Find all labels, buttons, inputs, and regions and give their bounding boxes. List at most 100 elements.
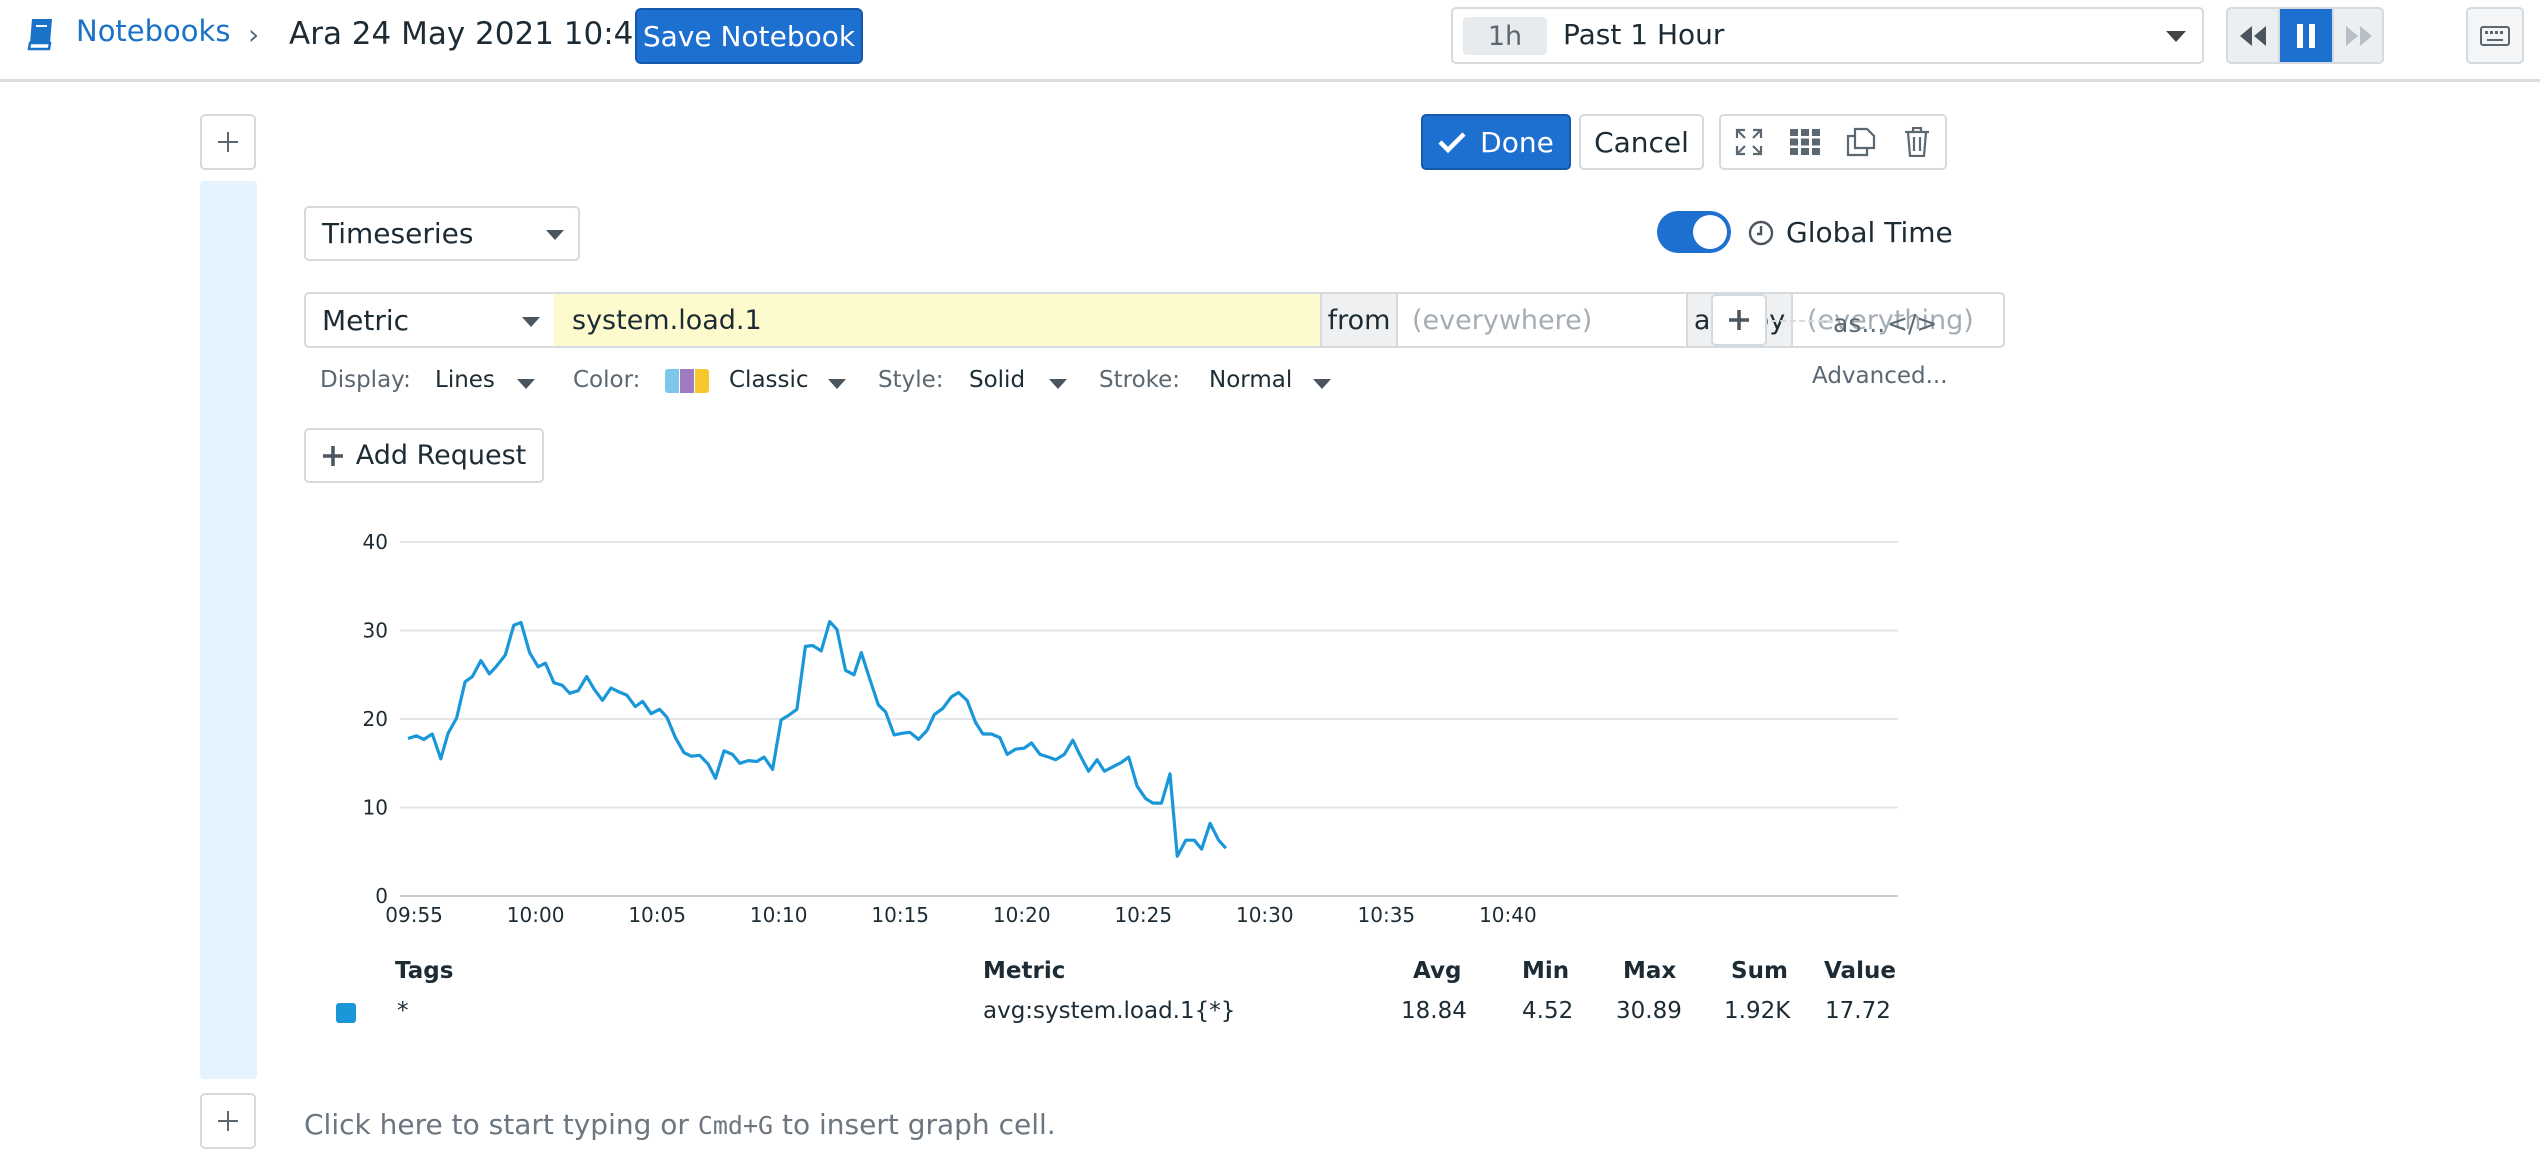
timeseries-chart[interactable]: 010203040 09:4509:5009:5510:0010:0510:10… xyxy=(340,520,1920,940)
keyboard-icon xyxy=(2480,25,2510,46)
breadcrumb-notebooks-link[interactable]: Notebooks xyxy=(76,14,230,48)
hint-shortcut: Cmd+G xyxy=(697,1111,774,1140)
done-button[interactable]: Done xyxy=(1421,114,1571,170)
palette-color xyxy=(665,369,679,393)
plus-icon xyxy=(322,445,343,466)
time-range-picker[interactable]: 1h Past 1 Hour xyxy=(1451,7,2204,64)
x-tick-label: 10:00 xyxy=(507,903,565,927)
pause-button[interactable] xyxy=(2280,9,2332,62)
x-tick-label: 10:35 xyxy=(1358,903,1416,927)
add-request-button[interactable]: Add Request xyxy=(304,428,544,483)
palette-color xyxy=(680,369,694,393)
plus-icon xyxy=(218,132,238,152)
series-line[interactable] xyxy=(407,620,1228,858)
save-notebook-button[interactable]: Save Notebook xyxy=(635,8,863,64)
cancel-button[interactable]: Cancel xyxy=(1579,114,1704,170)
add-function-button[interactable] xyxy=(1711,294,1767,346)
color-select[interactable]: Classic xyxy=(729,367,809,393)
palette-swatch[interactable] xyxy=(665,369,711,393)
legend-header-min[interactable]: Min xyxy=(1522,958,1569,984)
y-tick-label: 30 xyxy=(363,619,388,643)
keyboard-shortcuts-button[interactable] xyxy=(2466,7,2524,64)
checkmark-icon xyxy=(1438,132,1466,153)
metric-input[interactable]: system.load.1 xyxy=(554,292,1322,348)
playback-controls xyxy=(2226,7,2384,64)
y-tick-label: 40 xyxy=(363,530,388,554)
clock-icon xyxy=(1748,220,1774,246)
legend-series-swatch[interactable] xyxy=(336,1003,356,1023)
legend-header-avg[interactable]: Avg xyxy=(1413,958,1461,984)
from-label: from xyxy=(1322,292,1398,348)
chevron-down-icon xyxy=(522,317,540,327)
color-label: Color: xyxy=(573,367,641,393)
x-tick-label: 09:55 xyxy=(385,903,443,927)
trash-icon xyxy=(1905,127,1929,157)
add-cell-above-button[interactable] xyxy=(200,114,256,170)
done-label: Done xyxy=(1480,125,1554,159)
toggle-knob xyxy=(1693,215,1727,249)
chart-gridlines xyxy=(400,541,1898,897)
display-options-row: Display: Lines Color: Classic Style: Sol… xyxy=(304,365,1604,401)
legend-header-max[interactable]: Max xyxy=(1623,958,1676,984)
legend-row-min: 4.52 xyxy=(1522,998,1574,1024)
time-range-label: Past 1 Hour xyxy=(1563,18,1725,51)
legend-header-value[interactable]: Value xyxy=(1824,958,1896,984)
query-editor-row: Metric system.load.1 from (everywhere) a… xyxy=(304,292,2005,348)
split-by-tag-button[interactable] xyxy=(1777,116,1833,168)
time-range-chip: 1h xyxy=(1463,17,1547,55)
display-label: Display: xyxy=(320,367,411,393)
cell-actions-group xyxy=(1719,114,1947,170)
plus-icon xyxy=(218,1111,238,1131)
alias-input[interactable]: as... xyxy=(1833,309,1885,338)
delete-button[interactable] xyxy=(1889,116,1945,168)
x-tick-label: 10:30 xyxy=(1236,903,1294,927)
from-scope-input[interactable]: (everywhere) xyxy=(1398,292,1688,348)
x-tick-label: 10:15 xyxy=(871,903,929,927)
y-tick-label: 10 xyxy=(363,796,388,820)
stroke-select[interactable]: Normal xyxy=(1209,367,1292,393)
hint-prefix: Click here to start typing or xyxy=(304,1108,698,1141)
style-label: Style: xyxy=(878,367,944,393)
global-time-label: Global Time xyxy=(1786,216,1953,249)
legend-row-sum: 1.92K xyxy=(1724,998,1791,1024)
fast-forward-button[interactable] xyxy=(2332,9,2382,62)
hint-suffix: to insert graph cell. xyxy=(773,1108,1056,1141)
expand-button[interactable] xyxy=(1721,116,1777,168)
legend-header-metric: Metric xyxy=(983,958,1066,984)
advanced-options-link[interactable]: Advanced... xyxy=(1812,363,1948,389)
palette-color xyxy=(695,369,709,393)
notebook-title[interactable]: Ara 24 May 2021 10:41 xyxy=(289,16,653,52)
x-axis: 09:4509:5009:5510:0010:0510:1010:1510:20… xyxy=(385,903,1536,927)
cell-drag-handle[interactable] xyxy=(200,181,257,1079)
chevron-down-icon xyxy=(517,379,535,389)
insert-cell-hint[interactable]: Click here to start typing or Cmd+G to i… xyxy=(304,1108,1056,1141)
visualization-type-value: Timeseries xyxy=(322,217,474,250)
legend-row-metric: avg:system.load.1{*} xyxy=(983,998,1236,1024)
chevron-down-icon xyxy=(2166,31,2186,42)
legend-header-sum[interactable]: Sum xyxy=(1731,958,1788,984)
chevron-down-icon xyxy=(1049,379,1067,389)
code-icon[interactable]: </> xyxy=(1887,309,1937,338)
rewind-button[interactable] xyxy=(2228,9,2280,62)
x-tick-label: 10:05 xyxy=(628,903,686,927)
visualization-type-select[interactable]: Timeseries xyxy=(304,206,580,261)
stroke-label: Stroke: xyxy=(1099,367,1181,393)
plus-icon xyxy=(1729,310,1749,330)
clone-button[interactable] xyxy=(1833,116,1889,168)
data-source-select[interactable]: Metric xyxy=(304,292,556,348)
global-time-toggle[interactable] xyxy=(1657,211,1731,253)
clone-icon xyxy=(1846,127,1876,157)
alias-connector xyxy=(1771,320,1833,322)
legend-row-max: 30.89 xyxy=(1616,998,1682,1024)
display-select[interactable]: Lines xyxy=(435,367,495,393)
x-tick-label: 10:10 xyxy=(750,903,808,927)
chevron-down-icon xyxy=(828,379,846,389)
notebook-icon[interactable] xyxy=(26,17,56,51)
x-tick-label: 10:25 xyxy=(1114,903,1172,927)
chevron-down-icon xyxy=(546,230,564,240)
legend-row-tags: * xyxy=(397,998,409,1024)
data-source-value: Metric xyxy=(322,304,410,337)
style-select[interactable]: Solid xyxy=(969,367,1025,393)
legend-row-value: 17.72 xyxy=(1825,998,1891,1024)
add-cell-below-button[interactable] xyxy=(200,1093,256,1149)
